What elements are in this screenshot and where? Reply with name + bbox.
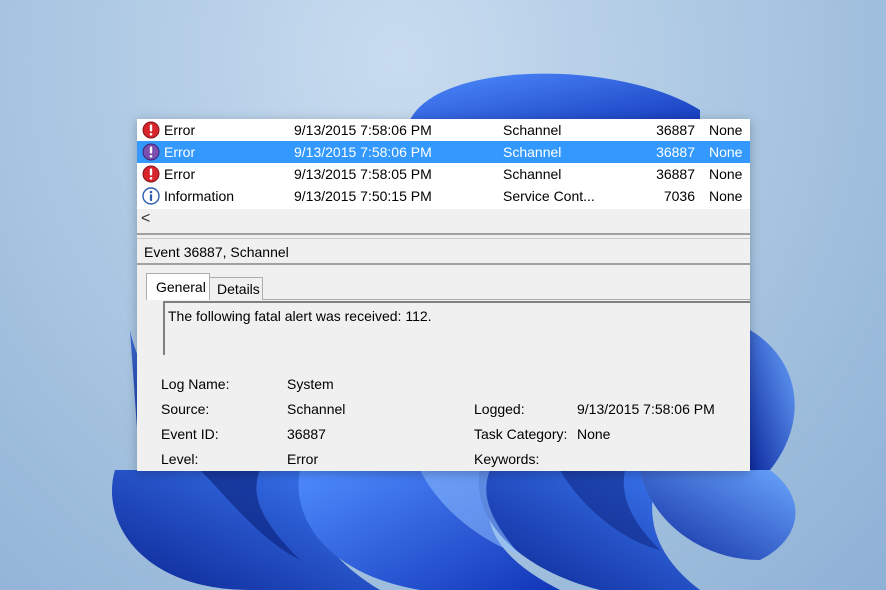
logged-label: Logged:: [474, 401, 525, 417]
log-name-value: System: [287, 376, 334, 392]
error-icon: [142, 143, 160, 161]
event-id: 36887: [656, 122, 695, 138]
event-date: 9/13/2015 7:58:05 PM: [294, 166, 432, 182]
event-date: 9/13/2015 7:58:06 PM: [294, 122, 432, 138]
logged-value: 9/13/2015 7:58:06 PM: [577, 401, 715, 417]
event-level: Error: [164, 144, 196, 160]
event-id-value: 36887: [287, 426, 326, 442]
event-viewer-window: Error 9/13/2015 7:58:06 PM Schannel 3688…: [137, 119, 750, 471]
event-message-box[interactable]: The following fatal alert was received: …: [163, 301, 750, 355]
event-task: None: [709, 144, 743, 160]
event-row[interactable]: Information 9/13/2015 7:50:15 PM Service…: [137, 185, 750, 207]
keywords-label: Keywords:: [474, 451, 540, 467]
event-source: Service Cont...: [503, 188, 595, 204]
event-task: None: [709, 188, 743, 204]
info-icon: [142, 187, 160, 205]
level-label: Level:: [161, 451, 199, 467]
pane-splitter[interactable]: [137, 233, 750, 239]
event-source: Schannel: [503, 166, 562, 182]
task-category-value: None: [577, 426, 611, 442]
scroll-left-icon[interactable]: <: [141, 210, 150, 228]
event-level: Error: [164, 122, 196, 138]
event-date: 9/13/2015 7:58:06 PM: [294, 144, 432, 160]
source-value: Schannel: [287, 401, 346, 417]
detail-title: Event 36887, Schannel: [144, 244, 289, 260]
event-row[interactable]: Error 9/13/2015 7:58:06 PM Schannel 3688…: [137, 119, 750, 141]
tab-general[interactable]: General: [146, 273, 210, 300]
event-id: 36887: [656, 166, 695, 182]
event-message: The following fatal alert was received: …: [168, 308, 432, 324]
event-row-selected[interactable]: Error 9/13/2015 7:58:06 PM Schannel 3688…: [137, 141, 750, 163]
error-icon: [142, 165, 160, 183]
event-list: Error 9/13/2015 7:58:06 PM Schannel 3688…: [137, 119, 750, 209]
error-icon: [142, 121, 160, 139]
event-id-label: Event ID:: [161, 426, 219, 442]
event-level: Error: [164, 166, 196, 182]
event-source: Schannel: [503, 122, 562, 138]
source-label: Source:: [161, 401, 210, 417]
event-row[interactable]: Error 9/13/2015 7:58:05 PM Schannel 3688…: [137, 163, 750, 185]
horizontal-scrollbar[interactable]: <: [137, 209, 750, 229]
event-date: 9/13/2015 7:50:15 PM: [294, 188, 432, 204]
level-value: Error: [287, 451, 319, 467]
event-source: Schannel: [503, 144, 562, 160]
event-task: None: [709, 122, 743, 138]
log-name-label: Log Name:: [161, 376, 230, 392]
tab-details[interactable]: Details: [210, 277, 263, 300]
event-level: Information: [164, 188, 235, 204]
detail-header: Event 36887, Schannel: [137, 240, 750, 265]
event-id: 36887: [656, 144, 695, 160]
task-category-label: Task Category:: [474, 426, 568, 442]
event-id: 7036: [663, 188, 695, 204]
event-task: None: [709, 166, 743, 182]
